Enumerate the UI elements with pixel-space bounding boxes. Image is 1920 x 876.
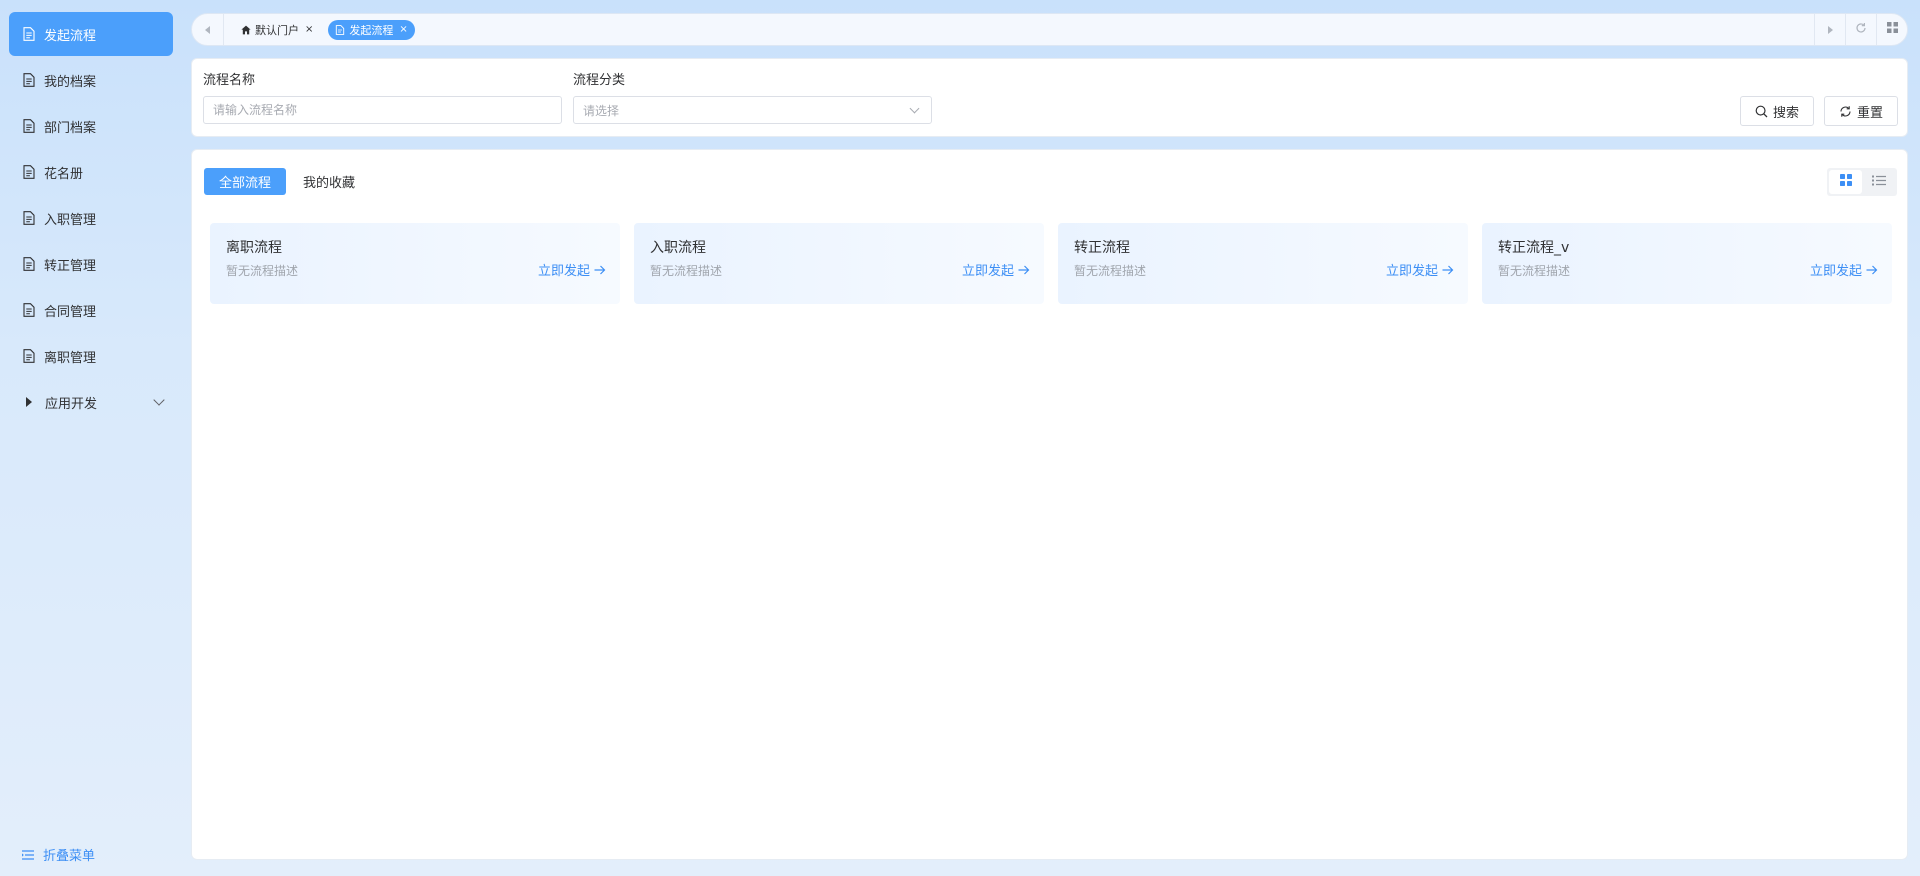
grid-view-button[interactable] <box>1829 170 1862 194</box>
document-icon <box>23 165 35 179</box>
tab-start-process[interactable]: 发起流程 × <box>328 19 415 40</box>
tab-label: 默认门户 <box>255 23 299 37</box>
document-icon <box>23 257 35 271</box>
refresh-icon <box>1839 105 1852 118</box>
start-process-label: 立即发起 <box>1385 264 1438 279</box>
sidebar-item-label: 部门档案 <box>44 120 97 136</box>
list-view-button[interactable] <box>1862 170 1895 194</box>
process-category-select[interactable]: 请选择 <box>573 96 932 124</box>
arrow-right-icon <box>1018 265 1030 275</box>
search-icon <box>1755 105 1768 118</box>
start-process-label: 立即发起 <box>537 264 590 279</box>
filter-tabs: 全部流程 我的收藏 <box>204 168 372 195</box>
arrow-right-icon <box>1866 265 1878 275</box>
collapse-menu-label: 折叠菜单 <box>43 849 96 864</box>
chevron-down-icon <box>909 103 920 114</box>
document-icon <box>23 119 35 133</box>
sidebar: 发起流程 我的档案 部门档案 花名册 入职管理 转正管理 合同管理 离职管理 应… <box>0 0 182 876</box>
process-category-label: 流程分类 <box>573 73 626 88</box>
list-icon <box>1871 175 1886 190</box>
document-icon <box>23 303 35 317</box>
chevron-down-icon <box>153 394 165 406</box>
home-icon <box>241 25 251 35</box>
process-name-label: 流程名称 <box>203 73 256 88</box>
start-process-link[interactable]: 立即发起 <box>538 260 606 279</box>
sidebar-item-app-dev[interactable]: 应用开发 <box>9 380 173 424</box>
sidebar-item-label: 应用开发 <box>45 396 98 412</box>
tabs: 默认门户 × 发起流程 × <box>224 19 1814 40</box>
search-button[interactable]: 搜索 <box>1740 96 1814 126</box>
tab-scroll-left-button[interactable] <box>192 14 224 45</box>
arrow-right-icon <box>594 265 606 275</box>
sidebar-item-start-process[interactable]: 发起流程 <box>9 12 173 56</box>
document-icon <box>23 73 35 87</box>
sidebar-menu: 发起流程 我的档案 部门档案 花名册 入职管理 转正管理 合同管理 离职管理 应… <box>0 0 182 424</box>
select-placeholder: 请选择 <box>583 103 620 118</box>
process-cards: 离职流程 暂无流程描述 立即发起 入职流程 暂无流程描述 立即发起 转正流程 暂… <box>210 223 1892 304</box>
process-list-panel: 全部流程 我的收藏 离职流程 暂无流程描述 立即发起 入职流程 暂无流程描述 立… <box>191 149 1908 860</box>
process-card: 转正流程 暂无流程描述 立即发起 <box>1058 223 1468 304</box>
close-icon[interactable]: × <box>305 24 313 35</box>
process-card-title: 离职流程 <box>226 240 282 256</box>
arrow-right-icon <box>1442 265 1454 275</box>
process-card: 转正流程_v 暂无流程描述 立即发起 <box>1482 223 1892 304</box>
tab-my-favorites[interactable]: 我的收藏 <box>288 168 370 195</box>
process-card: 离职流程 暂无流程描述 立即发起 <box>210 223 620 304</box>
tab-menu-button[interactable] <box>1876 14 1907 45</box>
reset-button-label: 重置 <box>1856 105 1883 121</box>
process-card: 入职流程 暂无流程描述 立即发起 <box>634 223 1044 304</box>
sidebar-item-label: 花名册 <box>44 166 84 182</box>
document-icon <box>23 211 35 225</box>
caret-right-icon <box>26 397 32 407</box>
process-card-title: 入职流程 <box>650 240 706 256</box>
document-icon <box>23 27 35 41</box>
tab-all-processes[interactable]: 全部流程 <box>204 168 287 195</box>
search-panel: 流程名称 流程分类 请选择 搜索 重置 <box>191 58 1908 137</box>
sidebar-item-label: 转正管理 <box>44 258 97 274</box>
start-process-label: 立即发起 <box>1809 264 1862 279</box>
start-process-link[interactable]: 立即发起 <box>1386 260 1454 279</box>
sidebar-item-my-archive[interactable]: 我的档案 <box>9 58 173 102</box>
menu-fold-icon <box>22 849 34 860</box>
sidebar-item-roster[interactable]: 花名册 <box>9 150 173 194</box>
tab-label: 发起流程 <box>349 23 394 37</box>
sidebar-item-label: 发起流程 <box>44 28 97 44</box>
sidebar-item-label: 我的档案 <box>44 74 97 90</box>
process-name-input[interactable] <box>203 96 562 124</box>
refresh-button[interactable] <box>1845 14 1876 45</box>
sidebar-item-dept-archive[interactable]: 部门档案 <box>9 104 173 148</box>
tab-scroll-right-button[interactable] <box>1814 14 1845 45</box>
grid-icon <box>1839 174 1852 190</box>
tab-default-portal[interactable]: 默认门户 × <box>234 20 320 40</box>
start-process-link[interactable]: 立即发起 <box>1810 260 1878 279</box>
grid-icon <box>1886 22 1898 37</box>
tab-bar: 默认门户 × 发起流程 × <box>191 13 1908 46</box>
process-card-title: 转正流程 <box>1074 240 1130 256</box>
sidebar-item-contracts[interactable]: 合同管理 <box>9 288 173 332</box>
sidebar-item-offboarding[interactable]: 离职管理 <box>9 334 173 378</box>
tab-tools <box>1814 14 1907 45</box>
sidebar-item-regularization[interactable]: 转正管理 <box>9 242 173 286</box>
document-icon <box>335 24 345 35</box>
reset-button[interactable]: 重置 <box>1824 96 1898 126</box>
sidebar-item-label: 入职管理 <box>44 212 97 228</box>
start-process-label: 立即发起 <box>961 264 1014 279</box>
search-button-label: 搜索 <box>1772 105 1799 121</box>
view-toggle <box>1827 168 1897 196</box>
process-card-title: 转正流程_v <box>1498 240 1570 256</box>
sidebar-item-label: 合同管理 <box>44 304 97 320</box>
refresh-icon <box>1855 22 1867 38</box>
sidebar-item-onboarding[interactable]: 入职管理 <box>9 196 173 240</box>
document-icon <box>23 349 35 363</box>
start-process-link[interactable]: 立即发起 <box>962 260 1030 279</box>
close-icon[interactable]: × <box>399 24 407 35</box>
caret-right-icon <box>1827 25 1833 34</box>
collapse-menu-button[interactable]: 折叠菜单 <box>22 845 95 864</box>
sidebar-item-label: 离职管理 <box>44 350 97 366</box>
